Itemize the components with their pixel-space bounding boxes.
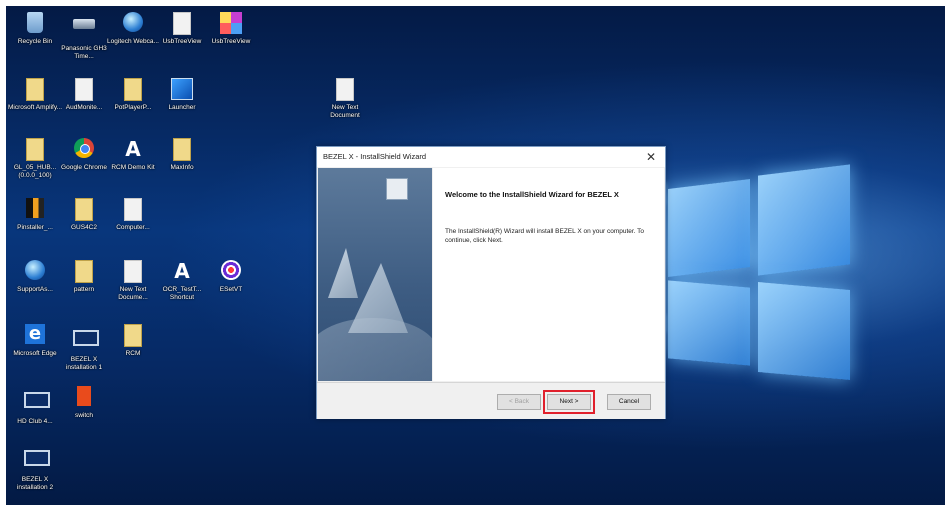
wizard-content: Welcome to the InstallShield Wizard for … (433, 168, 664, 381)
desktop-icon-label: MaxInfo (170, 164, 194, 171)
device-icon (73, 19, 95, 43)
document-icon (73, 260, 95, 284)
desktop-icon-switch[interactable]: switch (55, 386, 113, 420)
desktop-icon-label: BEZEL X installation 1 (65, 356, 103, 371)
dialog-button-bar: < Back Next > Cancel (317, 382, 665, 419)
desktop-icon-label: BEZEL X installation 2 (16, 476, 54, 491)
recycle-bin-icon (24, 12, 46, 36)
launcher-icon (171, 78, 193, 102)
desktop-icon-launcher[interactable]: Launcher (153, 78, 211, 112)
support-icon (24, 260, 46, 284)
installshield-dialog: BEZEL X - InstallShield Wizard ✕ Welcome… (316, 146, 666, 419)
decorative-shape (328, 248, 358, 298)
welcome-description: The InstallShield(R) Wizard will install… (445, 228, 645, 244)
usb-icon (171, 12, 193, 36)
chrome-icon (73, 138, 95, 162)
desktop-icon-label: New Text Document (330, 104, 360, 119)
webcam-icon (122, 12, 144, 36)
desktop-icon-new-text-document[interactable]: New Text Document (316, 78, 374, 119)
desktop-icon-label: Launcher (168, 104, 196, 111)
document-icon (24, 78, 46, 102)
desktop-icon-label: RCM (125, 350, 141, 357)
desktop-icon-computer[interactable]: Computer... (104, 198, 162, 232)
monitor-icon (24, 392, 50, 416)
welcome-heading: Welcome to the InstallShield Wizard for … (445, 190, 619, 199)
document-icon (122, 78, 144, 102)
screenshot-frame: Recycle Bin Panasonic GH3 Time... Logite… (0, 0, 951, 510)
windows-logo-pane (668, 280, 750, 366)
document-icon (24, 138, 46, 162)
back-button[interactable]: < Back (497, 394, 541, 410)
app-a-icon: A (125, 137, 141, 161)
windows-logo-pane (758, 164, 850, 276)
installer-app-icon (24, 198, 46, 222)
desktop-icon-maxinfo[interactable]: MaxInfo (153, 138, 211, 172)
next-button[interactable]: Next > (543, 390, 595, 414)
desktop: Recycle Bin Panasonic GH3 Time... Logite… (6, 6, 945, 505)
desktop-icon-bezel-installation-2[interactable]: BEZEL X installation 2 (6, 444, 64, 491)
desktop-icon-label: Panasonic GH3 Time... (61, 45, 107, 60)
text-document-icon (334, 78, 356, 102)
close-icon[interactable]: ✕ (643, 149, 659, 165)
office-icon (73, 386, 95, 410)
dialog-titlebar[interactable]: BEZEL X - InstallShield Wizard ✕ (317, 147, 665, 167)
desktop-icon-label: ESetVT (219, 286, 243, 293)
usb-tree-icon (220, 12, 242, 36)
edge-icon: e (24, 324, 46, 348)
document-icon (122, 324, 144, 348)
desktop-icon-label: Computer... (116, 224, 150, 231)
cancel-button[interactable]: Cancel (607, 394, 651, 410)
device-icon (24, 450, 50, 474)
desktop-icon-usbtreeview-2[interactable]: UsbTreeView (202, 12, 260, 46)
wizard-side-graphic (318, 168, 432, 381)
document-icon (73, 198, 95, 222)
target-icon (220, 260, 242, 284)
desktop-icon-label: UsbTreeView (211, 38, 251, 45)
windows-logo-pane (668, 178, 750, 278)
desktop-icon-label: switch (74, 412, 94, 419)
desktop-icon-esetvt[interactable]: ESetVT (202, 260, 260, 294)
desktop-icon-rcm[interactable]: RCM (104, 324, 162, 358)
app-a-icon: A (174, 259, 190, 283)
document-icon (73, 78, 95, 102)
installer-icon (386, 178, 408, 200)
dialog-title: BEZEL X - InstallShield Wizard (323, 152, 427, 161)
text-document-icon (122, 260, 144, 284)
decorative-shape (318, 318, 432, 381)
document-icon (171, 138, 193, 162)
device-icon (73, 330, 99, 354)
windows-logo-pane (758, 281, 850, 381)
document-icon (122, 198, 144, 222)
